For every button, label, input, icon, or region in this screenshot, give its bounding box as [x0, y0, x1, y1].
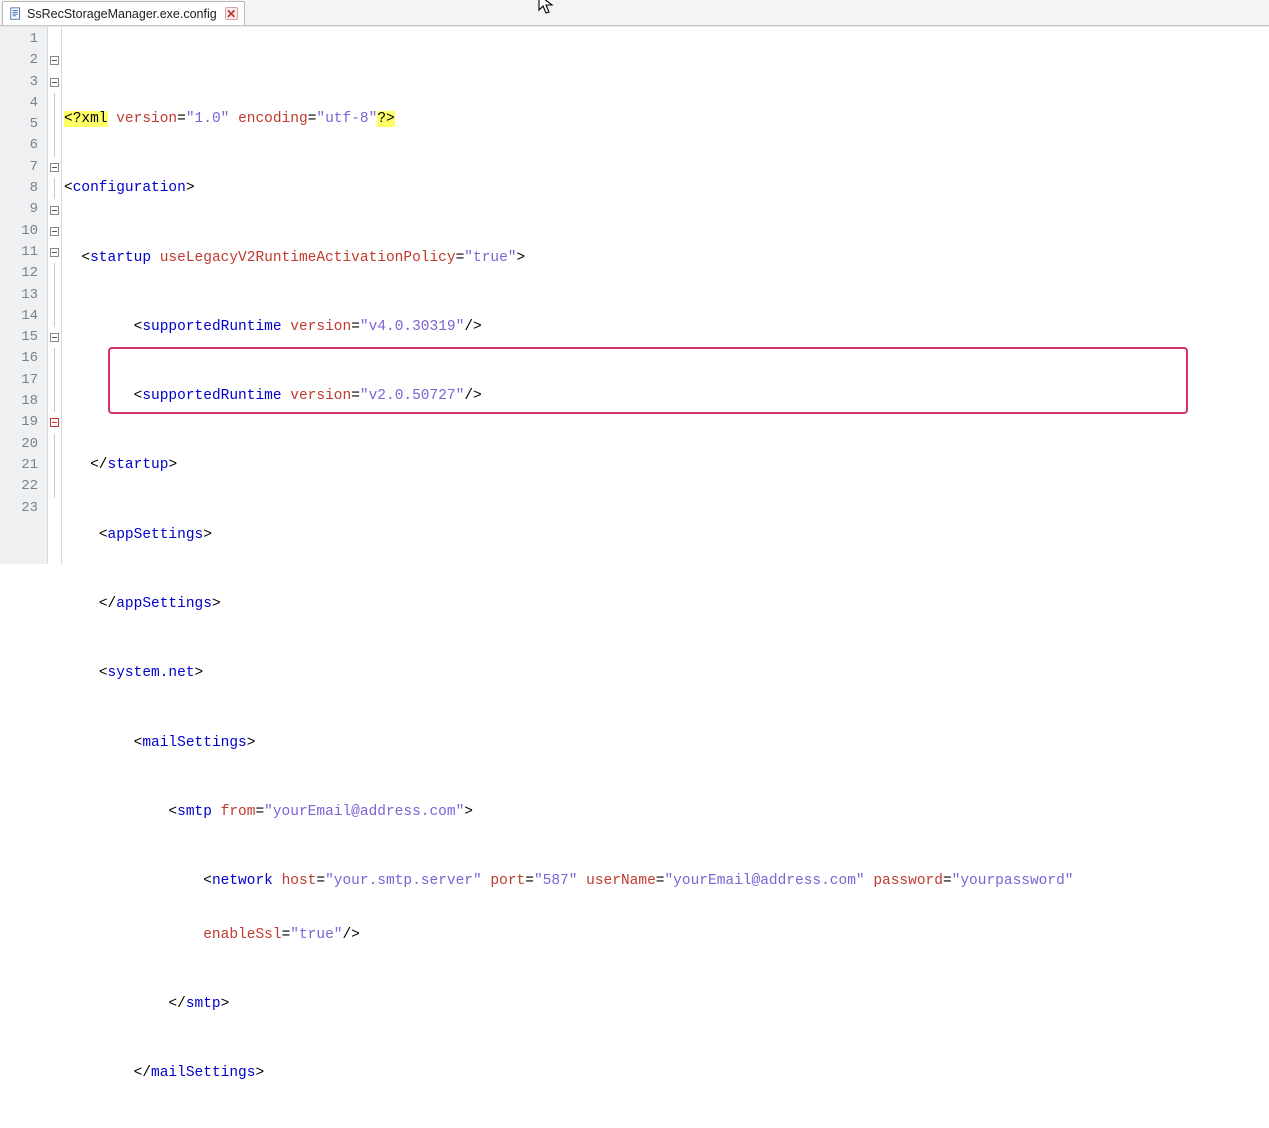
code-line: <startup useLegacyV2RuntimeActivationPol… [62, 248, 1269, 269]
line-number: 3 [0, 72, 47, 93]
line-number: 9 [0, 199, 47, 220]
line-number: 16 [0, 348, 47, 369]
line-number: 17 [0, 370, 47, 391]
code-line: enableSsl="true"/> [62, 925, 1269, 946]
code-line: <?xml version="1.0" encoding="utf-8"?> [62, 109, 1269, 130]
line-number: 18 [0, 391, 47, 412]
code-content[interactable]: <?xml version="1.0" encoding="utf-8"?> <… [62, 27, 1269, 564]
code-line: <system.net> [62, 663, 1269, 684]
code-line: <mailSettings> [62, 733, 1269, 754]
line-number: 13 [0, 285, 47, 306]
line-number: 4 [0, 93, 47, 114]
line-number: 5 [0, 114, 47, 135]
fold-toggle[interactable] [50, 418, 59, 427]
line-number: 6 [0, 135, 47, 156]
tab-filename: SsRecStorageManager.exe.config [27, 7, 217, 21]
fold-toggle[interactable] [50, 78, 59, 87]
code-line: <configuration> [62, 178, 1269, 199]
line-number: 23 [0, 498, 47, 519]
code-line: </startup> [62, 455, 1269, 476]
line-number: 7 [0, 157, 47, 178]
line-number: 1 [0, 29, 47, 50]
fold-toggle[interactable] [50, 163, 59, 172]
fold-toggle[interactable] [50, 248, 59, 257]
line-number-gutter: 1 2 3 4 5 6 7 8 9 10 11 12 13 14 15 16 1… [0, 27, 48, 564]
line-number: 8 [0, 178, 47, 199]
file-icon [9, 7, 23, 21]
line-number: 19 [0, 412, 47, 433]
code-line: <smtp from="yourEmail@address.com"> [62, 802, 1269, 823]
code-line: <supportedRuntime version="v4.0.30319"/> [62, 317, 1269, 338]
line-number: 20 [0, 434, 47, 455]
code-line: <network host="your.smtp.server" port="5… [62, 871, 1269, 892]
code-line: </smtp> [62, 994, 1269, 1015]
close-icon[interactable]: ✕ [225, 7, 238, 20]
code-line: <appSettings> [62, 525, 1269, 546]
code-line: </mailSettings> [62, 1063, 1269, 1084]
line-number: 10 [0, 221, 47, 242]
fold-toggle[interactable] [50, 333, 59, 342]
line-number: 21 [0, 455, 47, 476]
line-number: 12 [0, 263, 47, 284]
line-number: 11 [0, 242, 47, 263]
fold-toggle[interactable] [50, 227, 59, 236]
tab-bar: SsRecStorageManager.exe.config ✕ [0, 0, 1269, 26]
line-number: 15 [0, 327, 47, 348]
file-tab[interactable]: SsRecStorageManager.exe.config ✕ [2, 1, 245, 25]
line-number: 2 [0, 50, 47, 71]
code-editor[interactable]: 1 2 3 4 5 6 7 8 9 10 11 12 13 14 15 16 1… [0, 26, 1269, 564]
line-number: 22 [0, 476, 47, 497]
line-number: 14 [0, 306, 47, 327]
fold-toggle[interactable] [50, 56, 59, 65]
code-line: <supportedRuntime version="v2.0.50727"/> [62, 386, 1269, 407]
fold-toggle[interactable] [50, 206, 59, 215]
code-line: </appSettings> [62, 594, 1269, 615]
fold-gutter [48, 27, 62, 564]
